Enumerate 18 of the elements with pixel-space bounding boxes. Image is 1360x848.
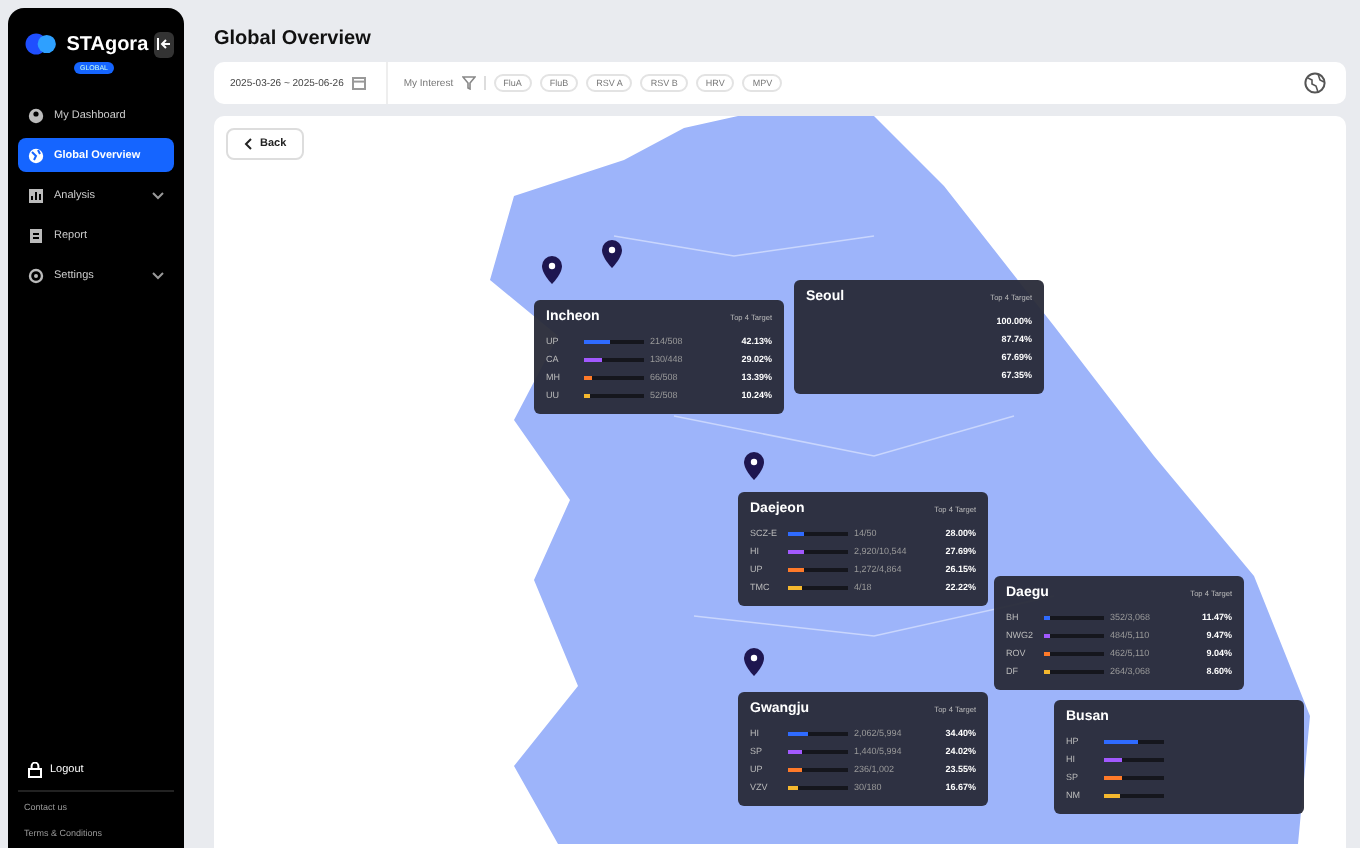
calendar-icon (351, 76, 366, 90)
user-icon (28, 107, 44, 123)
page-title: Global Overview (214, 28, 373, 50)
collapse-sidebar-button[interactable] (154, 31, 174, 57)
lock-icon (28, 762, 42, 778)
gear-icon (28, 267, 44, 283)
chart-icon (28, 187, 44, 203)
logo-icon (24, 28, 61, 60)
globe-icon[interactable] (1304, 72, 1326, 94)
brand-name: STAgora (66, 33, 149, 55)
chevron-left-icon (244, 138, 252, 150)
map-pin-icon[interactable] (602, 240, 622, 268)
map-pin-icon[interactable] (744, 452, 764, 480)
globe-icon (28, 147, 44, 163)
map-pin-icon[interactable] (542, 256, 562, 284)
map-pin-icon[interactable] (744, 648, 764, 676)
doc-icon (28, 227, 44, 243)
filter-icon[interactable] (461, 76, 476, 90)
